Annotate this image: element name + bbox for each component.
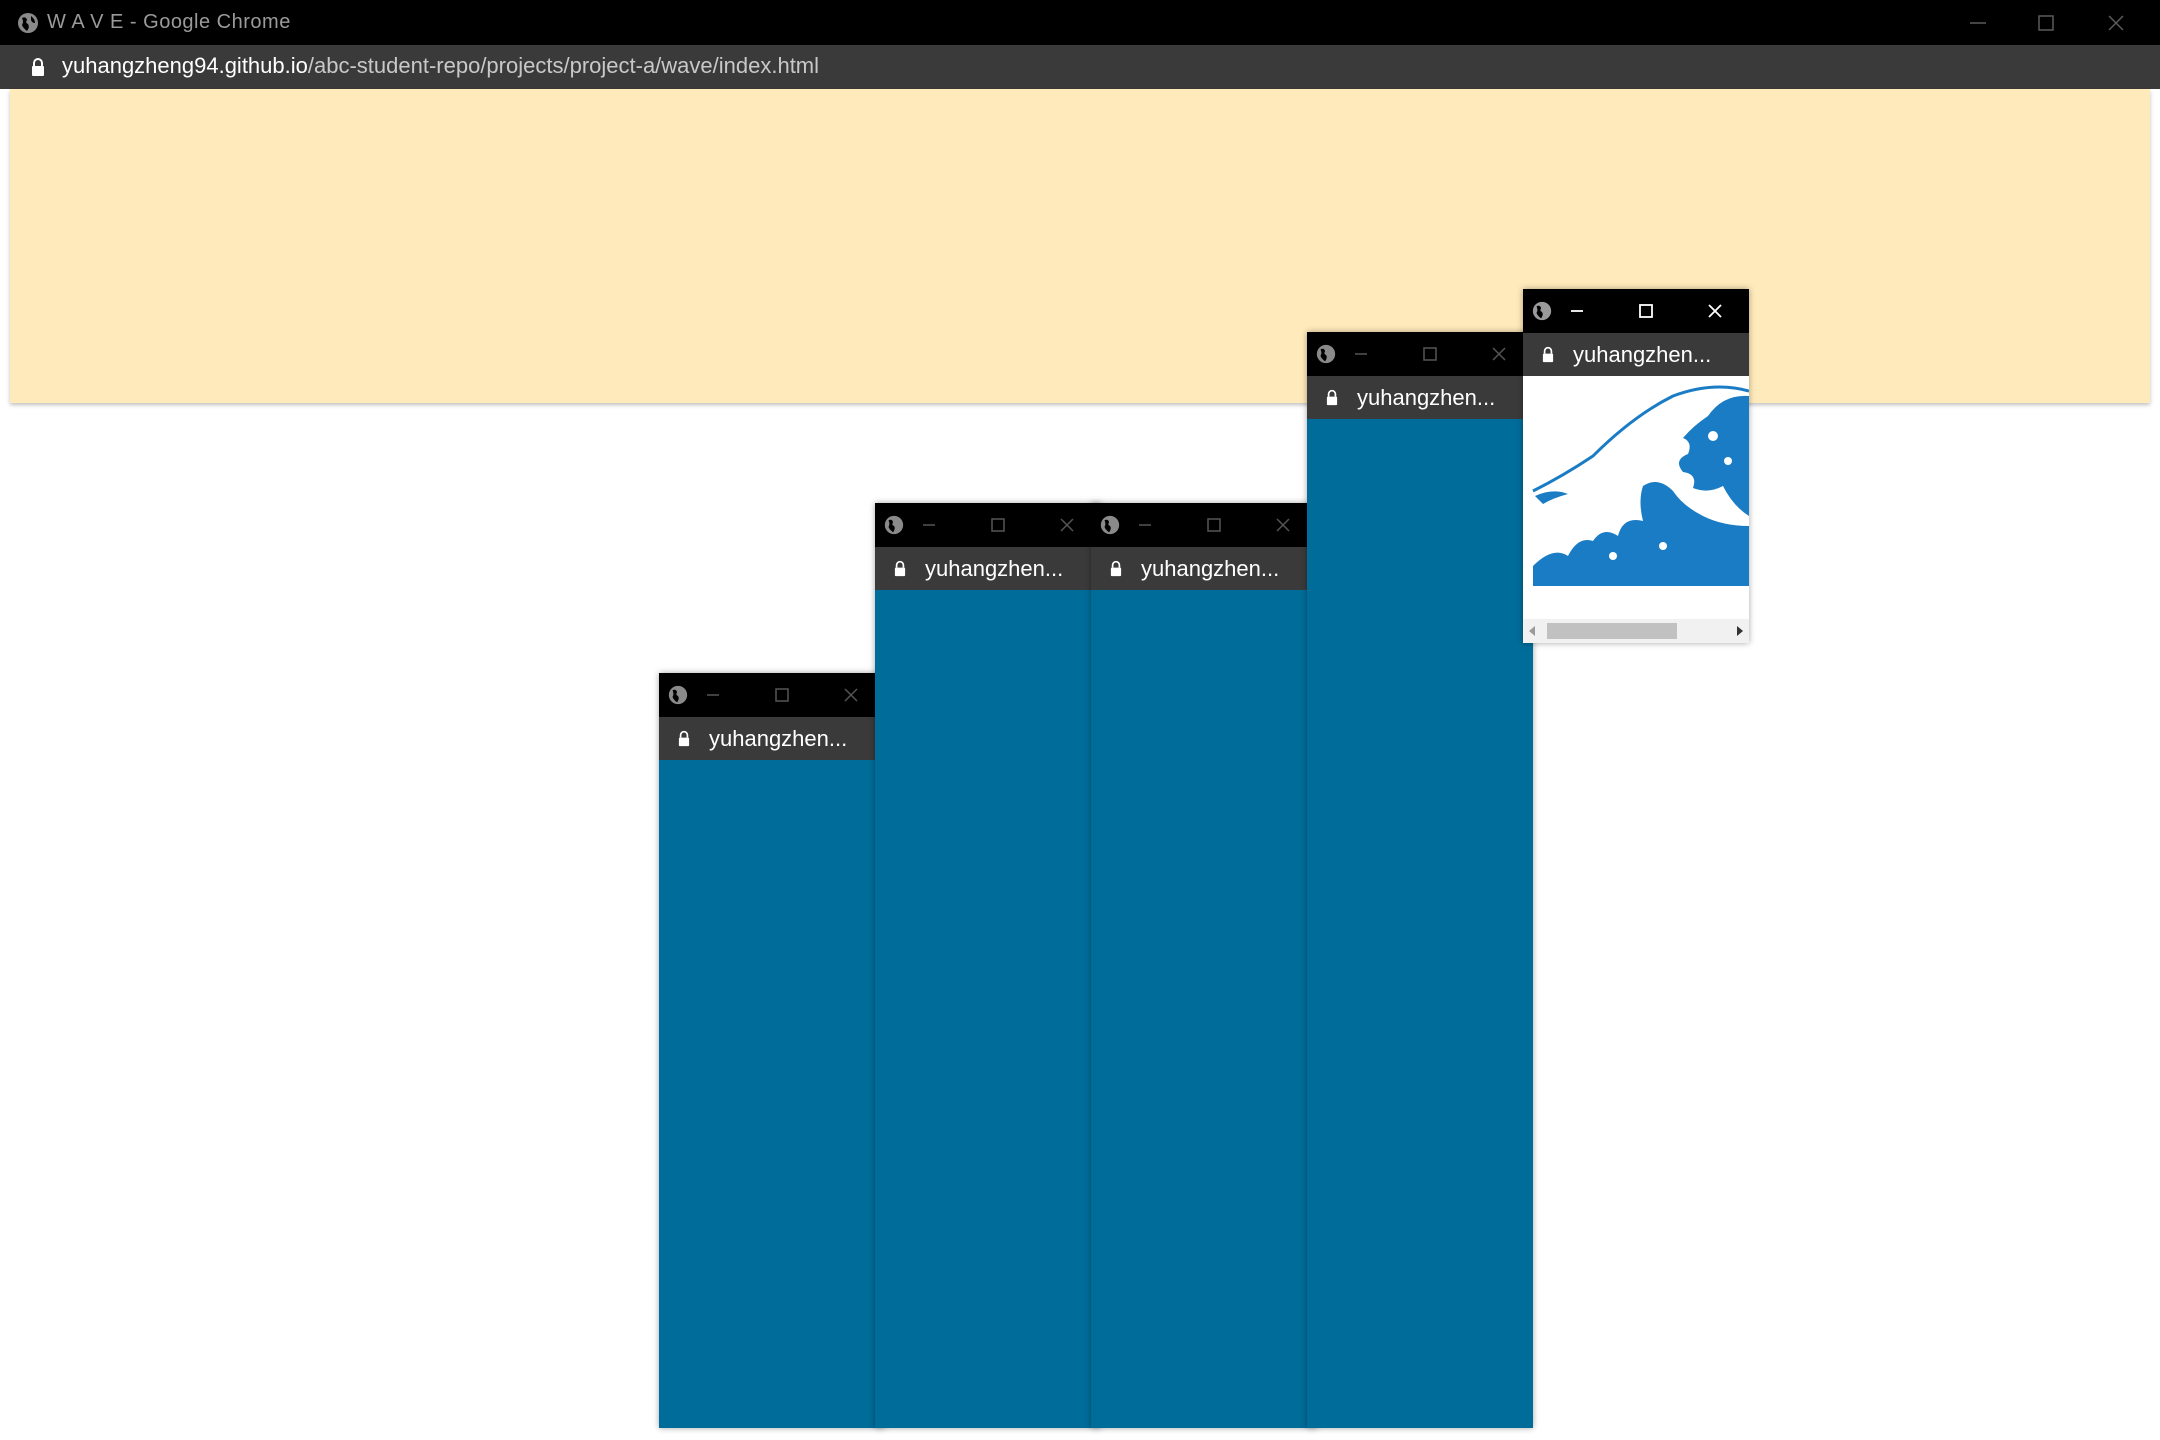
popup-url: yuhangzhen... [1573,342,1712,367]
popup-address-bar[interactable]: yuhangzhen... [1523,333,1749,376]
banner [10,89,2150,403]
scroll-left-icon[interactable] [1527,625,1537,637]
minimize-icon[interactable] [1347,340,1375,368]
popup-titlebar [1523,289,1749,333]
popup-url: yuhangzhen... [709,726,848,751]
popup-titlebar [1091,503,1317,547]
close-icon[interactable] [1269,511,1297,539]
globe-icon [884,515,904,535]
popup-url: yuhangzhen... [1357,385,1496,410]
scroll-right-icon[interactable] [1735,625,1745,637]
globe-icon [1532,301,1552,321]
minimize-icon[interactable] [1563,297,1591,325]
popup-address-bar[interactable]: yuhangzhen... [1091,547,1317,590]
minimize-icon[interactable] [1963,8,1993,38]
url-host: yuhangzheng94.github.io [62,53,308,78]
lock-icon [1542,346,1554,363]
scrollbar-thumb[interactable] [1547,623,1677,639]
globe-icon [18,13,38,33]
popup-address-bar[interactable]: yuhangzhen... [659,717,885,760]
maximize-icon[interactable] [1416,340,1444,368]
popup-address-bar[interactable]: yuhangzhen... [1307,376,1533,419]
minimize-icon[interactable] [1131,511,1159,539]
url-path: /abc-student-repo/projects/project-a/wav… [307,53,820,78]
globe-icon [668,685,688,705]
lock-icon [1110,560,1122,577]
wave-image [1523,385,1749,608]
close-icon[interactable] [837,681,865,709]
globe-icon [1100,515,1120,535]
popup-window-4[interactable]: yuhangzhen... [1307,332,1533,1428]
popup-url: yuhangzhen... [1141,556,1280,581]
maximize-icon[interactable] [1632,297,1660,325]
maximize-icon[interactable] [768,681,796,709]
popup-window-3[interactable]: yuhangzhen... [1091,503,1317,1428]
horizontal-scrollbar[interactable] [1523,619,1749,643]
url-text[interactable]: yuhangzheng94.github.io/abc-student-repo… [62,53,819,79]
popup-titlebar [875,503,1101,547]
close-icon[interactable] [1053,511,1081,539]
window-title: W A V E - Google Chrome [47,11,291,33]
close-icon[interactable] [2101,8,2131,38]
lock-icon [32,58,44,76]
maximize-icon[interactable] [1200,511,1228,539]
globe-icon [1316,344,1336,364]
main-titlebar: W A V E - Google Chrome [0,0,2160,45]
popup-titlebar [1307,332,1533,376]
address-bar[interactable]: yuhangzheng94.github.io/abc-student-repo… [0,45,2160,89]
popup-url: yuhangzhen... [925,556,1064,581]
popup-window-1[interactable]: yuhangzhen... [659,673,885,1428]
maximize-icon[interactable] [2031,8,2061,38]
minimize-icon[interactable] [915,511,943,539]
popup-address-bar[interactable]: yuhangzhen... [875,547,1101,590]
popup-window-2[interactable]: yuhangzhen... [875,503,1101,1428]
lock-icon [678,730,690,747]
popup-titlebar [659,673,885,717]
wave-content [1523,376,1749,608]
maximize-icon[interactable] [984,511,1012,539]
close-icon[interactable] [1485,340,1513,368]
minimize-icon[interactable] [699,681,727,709]
lock-icon [1326,389,1338,406]
close-icon[interactable] [1701,297,1729,325]
popup-window-5[interactable]: yuhangzhen... [1523,289,1749,643]
lock-icon [894,560,906,577]
